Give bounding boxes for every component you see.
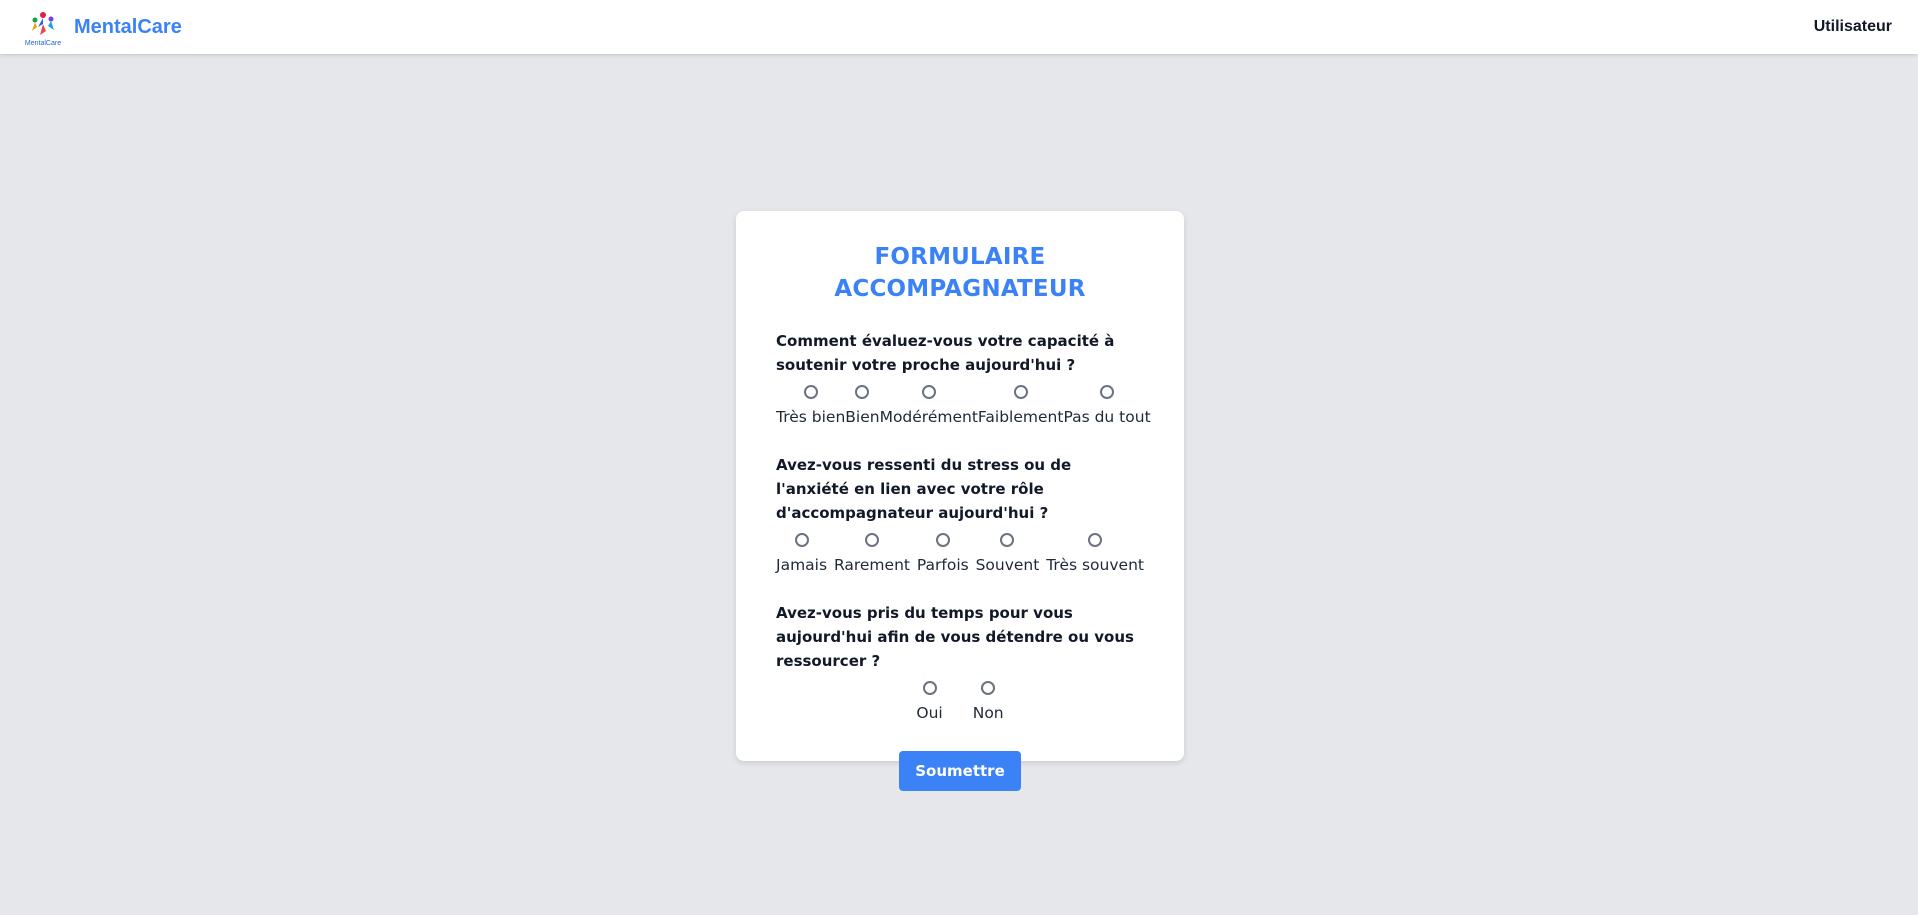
option-label: Très bien — [776, 408, 846, 426]
brand[interactable]: MentalCare MentalCare — [24, 7, 182, 47]
radio-button[interactable] — [803, 385, 818, 399]
radio-button[interactable] — [921, 385, 936, 399]
question-3-options: Oui Non — [776, 679, 1144, 723]
radio-button[interactable] — [1088, 533, 1103, 547]
radio-button[interactable] — [864, 533, 879, 547]
option-label: Parfois — [916, 556, 969, 574]
option-label: Pas du tout — [1063, 408, 1151, 426]
option-oui[interactable]: Oui — [916, 679, 943, 723]
radio-button[interactable] — [1000, 533, 1015, 547]
question-3-text: Avez-vous pris du temps pour vous aujour… — [776, 604, 1134, 670]
logo-icon: MentalCare — [24, 7, 62, 47]
submit-button[interactable]: Soumettre — [899, 751, 1021, 791]
option-pas-du-tout[interactable]: Pas du tout — [1063, 383, 1151, 427]
radio-button[interactable] — [935, 533, 950, 547]
option-parfois[interactable]: Parfois — [917, 531, 969, 575]
radio-button[interactable] — [1013, 385, 1028, 399]
option-label: Oui — [916, 704, 943, 722]
option-moderement[interactable]: Modérément — [880, 383, 978, 427]
option-label: Jamais — [776, 556, 828, 574]
question-1: Comment évaluez-vous votre capacité à so… — [776, 329, 1151, 427]
option-label: Souvent — [975, 556, 1040, 574]
option-non[interactable]: Non — [973, 679, 1004, 723]
radio-button[interactable] — [1100, 385, 1115, 399]
form-card: FORMULAIRE ACCOMPAGNATEUR Comment évalue… — [736, 211, 1184, 791]
top-navbar: MentalCare MentalCare Utilisateur — [0, 0, 1918, 54]
question-2-options: Jamais Rarement Parfois Souvent Très sou… — [776, 531, 1144, 575]
option-faiblement[interactable]: Faiblement — [977, 383, 1064, 427]
form-title-line1: FORMULAIRE — [874, 244, 1046, 270]
option-label: Non — [972, 704, 1004, 722]
option-label: Rarement — [833, 556, 910, 574]
question-2: Avez-vous ressenti du stress ou de l'anx… — [776, 453, 1144, 575]
question-1-text: Comment évaluez-vous votre capacité à so… — [776, 332, 1115, 374]
submit-wrapper: Soumettre — [776, 751, 1144, 791]
logo-text: MentalCare — [24, 40, 62, 47]
radio-button[interactable] — [922, 681, 937, 695]
question-2-text: Avez-vous ressenti du stress ou de l'anx… — [776, 456, 1072, 522]
question-3: Avez-vous pris du temps pour vous aujour… — [776, 601, 1144, 723]
option-tres-bien[interactable]: Très bien — [776, 383, 845, 427]
brand-name[interactable]: MentalCare — [74, 16, 182, 39]
radio-button[interactable] — [855, 385, 870, 399]
form-title: FORMULAIRE ACCOMPAGNATEUR — [776, 241, 1144, 305]
option-bien[interactable]: Bien — [845, 383, 880, 427]
question-1-options: Très bien Bien Modérément Faiblement Pas… — [776, 383, 1151, 427]
option-rarement[interactable]: Rarement — [834, 531, 910, 575]
radio-button[interactable] — [794, 533, 809, 547]
option-souvent[interactable]: Souvent — [975, 531, 1040, 575]
user-menu-link[interactable]: Utilisateur — [1814, 18, 1892, 36]
option-label: Modérément — [879, 408, 978, 426]
form-title-line2: ACCOMPAGNATEUR — [834, 276, 1086, 302]
option-jamais[interactable]: Jamais — [776, 531, 827, 575]
option-label: Bien — [845, 408, 880, 426]
radio-button[interactable] — [981, 681, 996, 695]
option-label: Faiblement — [977, 408, 1064, 426]
option-label: Très souvent — [1046, 556, 1144, 574]
option-tres-souvent[interactable]: Très souvent — [1046, 531, 1144, 575]
